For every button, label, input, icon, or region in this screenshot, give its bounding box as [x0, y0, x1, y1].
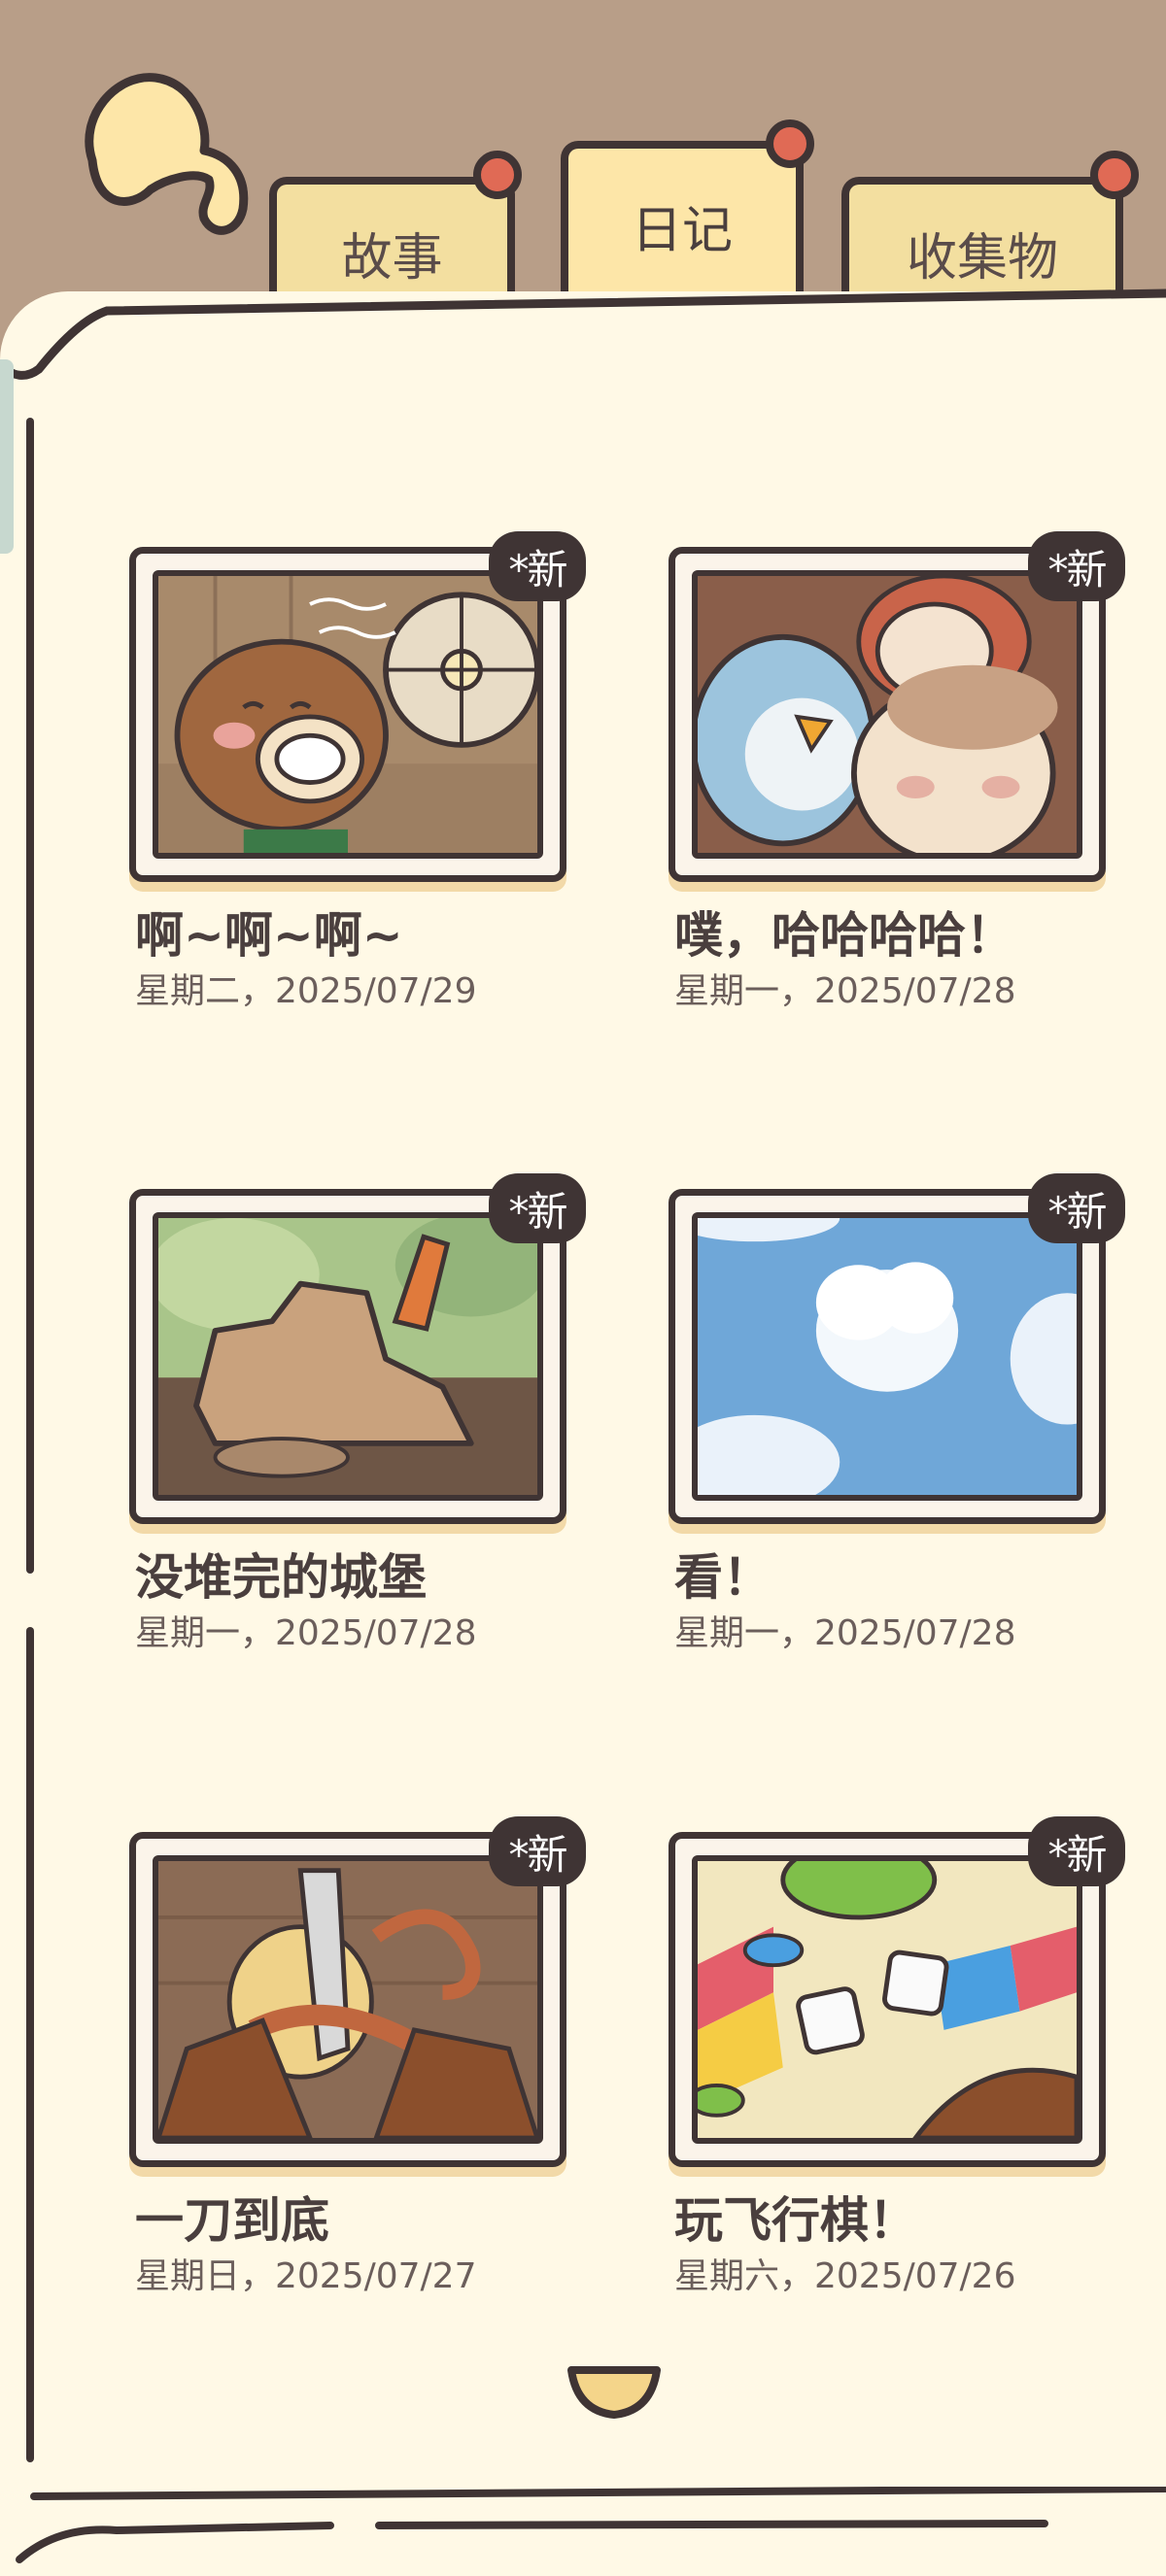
- diary-date: 星期一，2025/07/28: [135, 1613, 477, 1653]
- new-badge: *新: [489, 1816, 586, 1886]
- diary-photo: [153, 1212, 543, 1501]
- tab-label: 日记: [631, 202, 733, 260]
- photo-frame: [129, 547, 566, 882]
- diary-date: 星期二，2025/07/29: [135, 971, 477, 1011]
- tab-pin-icon: [473, 151, 522, 199]
- panel-bottom-border: [16, 2487, 1166, 2563]
- diary-title: 一刀到底: [135, 2192, 329, 2249]
- photo-frame: [129, 1832, 566, 2167]
- new-badge: *新: [1028, 1173, 1125, 1243]
- photo-frame: [669, 547, 1106, 882]
- diary-title: 啊~啊~啊~: [135, 907, 403, 964]
- back-arrow-icon: [85, 73, 249, 235]
- diary-photo: [692, 570, 1082, 859]
- back-button[interactable]: [58, 63, 253, 248]
- diary-title: 噗，哈哈哈哈！: [674, 907, 1014, 964]
- diary-photo: [692, 1212, 1082, 1501]
- diary-date: 星期一，2025/07/28: [674, 1613, 1016, 1653]
- new-badge: *新: [489, 1173, 586, 1243]
- show-more-button[interactable]: [564, 2360, 665, 2421]
- diary-date: 星期一，2025/07/28: [674, 971, 1016, 1011]
- new-badge: *新: [489, 531, 586, 601]
- diary-photo: [153, 570, 543, 859]
- diary-photo: [692, 1855, 1082, 2144]
- photo-frame: [669, 1189, 1106, 1524]
- tab-collectibles[interactable]: 收集物: [841, 177, 1123, 303]
- tab-label: 故事: [341, 229, 443, 288]
- side-scroll-tab: [0, 359, 14, 554]
- tab-label: 收集物: [906, 229, 1058, 288]
- photo-frame: [129, 1189, 566, 1524]
- diary-title: 玩飞行棋！: [674, 2192, 917, 2249]
- diary-title: 没堆完的城堡: [135, 1549, 427, 1606]
- diary-date: 星期日，2025/07/27: [135, 2256, 477, 2296]
- new-badge: *新: [1028, 531, 1125, 601]
- tab-story[interactable]: 故事: [269, 177, 515, 303]
- tab-pin-icon: [766, 119, 814, 168]
- diary-photo: [153, 1855, 543, 2144]
- tab-pin-icon: [1090, 151, 1139, 199]
- photo-frame: [669, 1832, 1106, 2167]
- diary-title: 看！: [674, 1549, 772, 1606]
- diary-date: 星期六，2025/07/26: [674, 2256, 1016, 2296]
- chevron-down-icon: [567, 2366, 661, 2419]
- panel-left-border: [26, 1627, 34, 2462]
- new-badge: *新: [1028, 1816, 1125, 1886]
- tab-diary[interactable]: 日记: [561, 141, 804, 303]
- panel-left-border: [26, 418, 34, 1574]
